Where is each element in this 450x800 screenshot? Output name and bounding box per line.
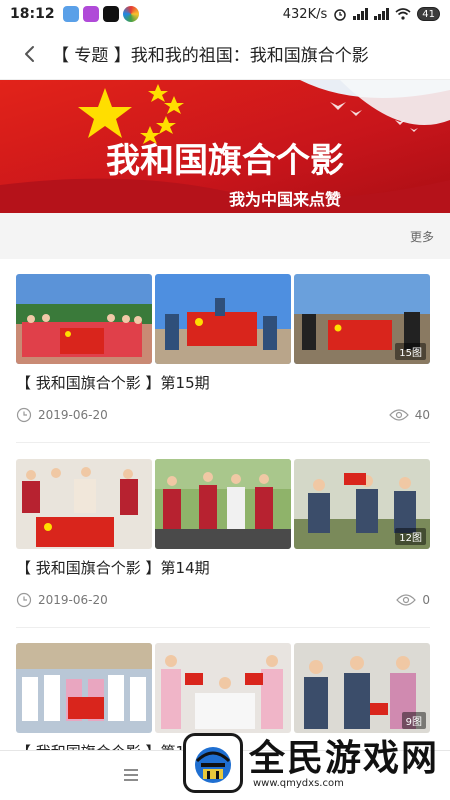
article-date: 2019-06-20 — [38, 593, 108, 607]
article-photo — [16, 274, 152, 364]
alarm-icon — [334, 9, 347, 21]
back-button[interactable] — [8, 32, 52, 76]
article-photo — [155, 459, 291, 549]
network-speed: 432K/s — [282, 6, 328, 22]
watermark-name: 全民游戏网 — [249, 736, 440, 779]
eye-icon — [396, 594, 417, 606]
top-bar: 【 专题 】我和我的祖国：我和国旗合个影 — [0, 28, 450, 80]
photo-strip: 12图 — [16, 459, 430, 549]
view-count: 40 — [388, 408, 430, 422]
status-time: 18:12 — [10, 6, 55, 22]
status-bar: 18:12 432K/s 41 — [0, 0, 450, 28]
photo-strip: 15图 — [16, 274, 430, 364]
watermark-url: www.qmydxs.com — [253, 777, 344, 789]
clock-icon — [16, 407, 32, 423]
watermark-logo — [183, 733, 243, 793]
clock-icon — [16, 592, 32, 608]
article-photo — [155, 643, 291, 733]
article-photo — [16, 459, 152, 549]
divider — [16, 627, 430, 628]
battery-indicator: 41 — [417, 7, 440, 21]
more-row: 更多 — [0, 213, 450, 259]
photo-count-badge: 12图 — [395, 528, 426, 545]
article-photo: 15图 — [294, 274, 430, 364]
app-notification-icon — [122, 6, 139, 22]
notification-icons — [62, 6, 139, 22]
chevron-left-icon — [25, 45, 34, 62]
page-title: 【 专题 】我和我的祖国：我和国旗合个影 — [52, 46, 369, 66]
article-photo: 12图 — [294, 459, 430, 549]
eye-icon — [388, 409, 409, 421]
view-count-value: 0 — [422, 593, 430, 607]
watermark: 全民游戏网 www.qmydxs.com — [183, 730, 445, 796]
watermark-text: 全民游戏网 www.qmydxs.com — [249, 738, 439, 789]
article-title: 【 我和国旗合个影 】第15期 — [16, 374, 210, 392]
article-date: 2019-06-20 — [38, 408, 108, 422]
photo-count-badge: 15图 — [395, 343, 426, 360]
view-count: 0 — [396, 593, 430, 607]
banner-image: 我和国旗合个影 我为中国来点赞 — [0, 80, 450, 213]
app-notification-icon — [62, 6, 79, 22]
signal-icon — [353, 8, 369, 20]
article-title: 【 我和国旗合个影 】第14期 — [16, 559, 210, 577]
article-photo — [16, 643, 152, 733]
menu-icon[interactable] — [123, 768, 139, 782]
wifi-icon — [395, 8, 411, 20]
more-link[interactable]: 更多 — [410, 228, 434, 245]
article-meta: 2019-06-20 40 — [16, 405, 430, 425]
signal-icon — [374, 8, 390, 20]
banner-headline: 我和国旗合个影 — [106, 141, 344, 181]
app-notification-icon — [82, 6, 99, 22]
article-photo — [155, 274, 291, 364]
article-photo: 9图 — [294, 643, 430, 733]
photo-count-badge: 9图 — [401, 712, 426, 729]
photo-strip: 9图 — [16, 643, 430, 733]
banner-subline: 我为中国来点赞 — [229, 190, 341, 209]
view-count-value: 40 — [414, 408, 430, 422]
divider — [16, 442, 430, 443]
article-meta: 2019-06-20 0 — [16, 590, 430, 610]
status-right: 432K/s 41 — [283, 7, 440, 22]
tiktok-icon — [102, 6, 119, 22]
